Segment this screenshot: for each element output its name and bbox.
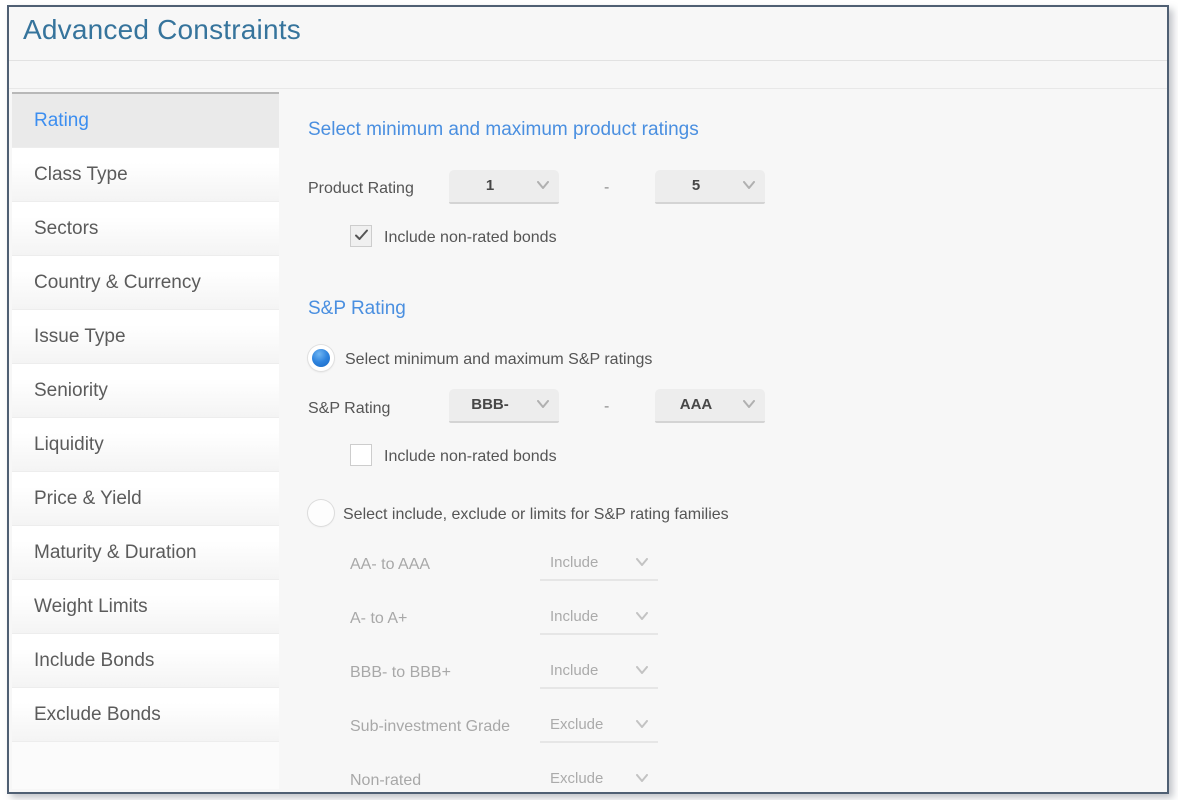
sidebar-item-label: Price & Yield — [34, 488, 142, 509]
sidebar-item-label: Maturity & Duration — [34, 542, 197, 563]
sp-include-nonrated-checkbox[interactable] — [350, 444, 372, 466]
family-action-dropdown[interactable]: Include — [540, 547, 658, 581]
family-action-dropdown[interactable]: Exclude — [540, 709, 658, 743]
sidebar-item-label: Weight Limits — [34, 596, 148, 617]
product-rating-min-dropdown[interactable]: 1 — [449, 170, 559, 204]
family-action-dropdown[interactable]: Exclude — [540, 763, 658, 792]
sidebar-item-exclude-bonds[interactable]: Exclude Bonds — [12, 688, 279, 742]
chevron-down-icon — [537, 181, 549, 190]
sp-rating-range-separator: - — [604, 398, 610, 415]
sidebar-item-label: Rating — [34, 110, 89, 131]
sp-rating-min-dropdown[interactable]: BBB- — [449, 389, 559, 423]
rating-panel: Select minimum and maximum product ratin… — [284, 89, 1167, 792]
product-include-nonrated-checkbox[interactable] — [350, 225, 372, 247]
chevron-down-icon — [636, 666, 648, 675]
chevron-down-icon — [743, 181, 755, 190]
page-title: Advanced Constraints — [23, 14, 301, 45]
sidebar-item-label: Class Type — [34, 164, 128, 185]
sidebar-item-rating[interactable]: Rating — [12, 94, 279, 148]
sidebar-item-liquidity[interactable]: Liquidity — [12, 418, 279, 472]
sp-minmax-radio[interactable] — [308, 345, 334, 371]
family-action-dropdown[interactable]: Include — [540, 655, 658, 689]
sp-include-nonrated-label: Include non-rated bonds — [384, 448, 557, 465]
chevron-down-icon — [636, 612, 648, 621]
family-row-label: AA- to AAA — [350, 556, 431, 573]
sp-families-radio[interactable] — [308, 500, 334, 526]
sidebar-item-label: Exclude Bonds — [34, 704, 161, 725]
sidebar-item-label: Sectors — [34, 218, 99, 239]
sidebar-item-label: Country & Currency — [34, 272, 201, 293]
radio-selected-dot — [312, 349, 330, 367]
sidebar-item-include-bonds[interactable]: Include Bonds — [12, 634, 279, 688]
sidebar-item-price-yield[interactable]: Price & Yield — [12, 472, 279, 526]
constraints-sidebar: Rating Class Type Sectors Country & Currenc… — [12, 92, 279, 789]
product-rating-range-separator: - — [604, 179, 610, 196]
sidebar-item-class-type[interactable]: Class Type — [12, 148, 279, 202]
advanced-constraints-window: Advanced Constraints Rating Class Type Sec… — [7, 5, 1169, 794]
check-icon — [354, 228, 369, 248]
family-action-dropdown[interactable]: Include — [540, 601, 658, 635]
sidebar-item-seniority[interactable]: Seniority — [12, 364, 279, 418]
family-row-label: BBB- to BBB+ — [350, 664, 451, 681]
family-action-value: Include — [550, 662, 599, 679]
family-row-label: Sub-investment Grade — [350, 718, 511, 735]
sidebar-item-sectors[interactable]: Sectors — [12, 202, 279, 256]
sidebar-item-issue-type[interactable]: Issue Type — [12, 310, 279, 364]
sp-rating-max-dropdown[interactable]: AAA — [655, 389, 765, 423]
sidebar-item-weight-limits[interactable]: Weight Limits — [12, 580, 279, 634]
chevron-down-icon — [537, 400, 549, 409]
sp-families-radio-label: Select include, exclude or limits for S&… — [343, 506, 729, 523]
header-separator-strip — [9, 61, 1167, 89]
family-action-value: Exclude — [550, 770, 604, 787]
product-include-nonrated-label: Include non-rated bonds — [384, 229, 557, 246]
chevron-down-icon — [636, 720, 648, 729]
sp-minmax-radio-label: Select minimum and maximum S&P ratings — [345, 351, 653, 368]
sp-rating-heading: S&P Rating — [308, 298, 406, 319]
sidebar-item-label: Include Bonds — [34, 650, 155, 671]
family-action-value: Include — [550, 608, 599, 625]
window-body: Rating Class Type Sectors Country & Currenc… — [9, 89, 1167, 792]
product-rating-min-value: 1 — [485, 177, 495, 194]
sp-rating-min-value: BBB- — [471, 396, 509, 413]
window-header: Advanced Constraints — [9, 7, 1167, 61]
chevron-down-icon — [636, 558, 648, 567]
sidebar-item-label: Issue Type — [34, 326, 126, 347]
sidebar-item-maturity-duration[interactable]: Maturity & Duration — [12, 526, 279, 580]
sidebar-item-label: Seniority — [34, 380, 108, 401]
sidebar-item-label: Liquidity — [34, 434, 104, 455]
product-rating-max-dropdown[interactable]: 5 — [655, 170, 765, 204]
product-rating-label: Product Rating — [308, 180, 414, 197]
product-rating-max-value: 5 — [691, 177, 701, 194]
family-row-label: Non-rated — [350, 772, 422, 789]
sp-rating-max-value: AAA — [679, 396, 713, 413]
family-row-label: A- to A+ — [350, 610, 408, 627]
sidebar-item-country-currency[interactable]: Country & Currency — [12, 256, 279, 310]
family-action-value: Include — [550, 554, 599, 571]
product-rating-heading: Select minimum and maximum product ratin… — [308, 119, 699, 140]
family-action-value: Exclude — [550, 716, 604, 733]
chevron-down-icon — [636, 774, 648, 783]
chevron-down-icon — [743, 400, 755, 409]
sp-rating-label: S&P Rating — [308, 400, 391, 417]
